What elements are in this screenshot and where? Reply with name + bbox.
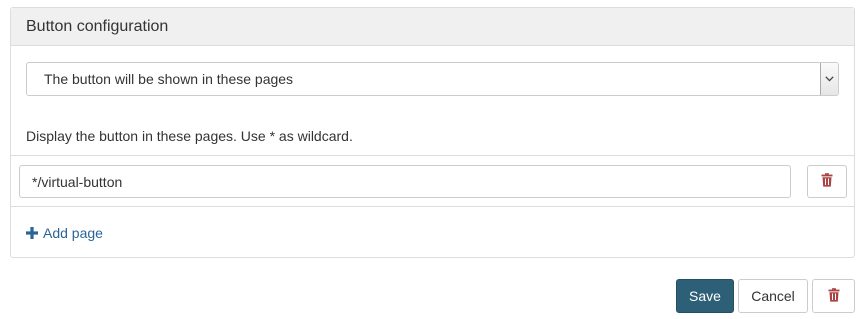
remove-page-button[interactable] <box>807 165 847 198</box>
help-text: Display the button in these pages. Use *… <box>26 128 353 144</box>
trash-icon <box>821 173 833 190</box>
delete-button[interactable] <box>812 279 855 313</box>
chevron-down-icon[interactable] <box>820 63 838 95</box>
save-button[interactable]: Save <box>676 279 734 313</box>
panel-title: Button configuration <box>26 18 169 35</box>
page-pattern-input[interactable] <box>19 165 791 198</box>
cancel-button[interactable]: Cancel <box>738 279 808 313</box>
button-configuration-panel: Button configuration The button will be … <box>10 7 855 258</box>
add-page-label: Add page <box>43 225 103 241</box>
trash-icon <box>828 287 840 305</box>
page-visibility-selected: The button will be shown in these pages <box>44 71 294 87</box>
panel-heading: Button configuration <box>11 8 854 46</box>
plus-icon <box>26 227 38 239</box>
page-visibility-select[interactable]: The button will be shown in these pages <box>26 62 839 96</box>
page-list <box>11 155 854 207</box>
add-page-link[interactable]: Add page <box>26 225 103 241</box>
